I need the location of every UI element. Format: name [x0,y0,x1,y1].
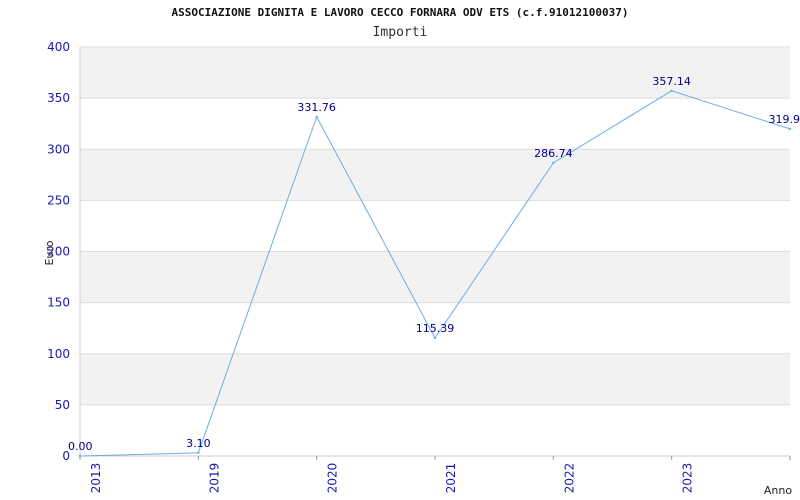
plot-band [80,47,790,99]
plot-band [80,251,790,303]
x-tick-label: 2022 [562,463,576,494]
data-label: 286.74 [534,147,573,160]
y-tick-label: 250 [47,193,70,207]
data-point [433,336,437,340]
x-tick-label: 2013 [89,463,103,494]
x-tick-label: 2020 [326,463,340,494]
y-tick-label: 300 [47,142,70,156]
plot-band [80,353,790,405]
data-point [197,451,200,455]
data-label: 319.9 [769,113,800,126]
data-point [788,127,792,131]
data-point [78,454,82,458]
data-label: 3.10 [186,437,211,450]
data-label: 115.39 [416,322,455,335]
chart-container: ASSOCIAZIONE DIGNITA E LAVORO CECCO FORN… [0,0,800,500]
data-point [552,161,555,165]
data-point [670,89,673,93]
data-label: 0.00 [68,440,93,453]
plot-area: 0501001502002503003504002013 2019 2020 2021… [43,40,800,497]
y-tick-label: 100 [47,347,70,361]
data-point [315,115,318,118]
y-tick-label: 400 [47,40,70,54]
x-tick-label: 2023 [681,463,695,494]
y-tick-label: 150 [47,296,70,310]
y-tick-label: 350 [47,91,70,105]
plot-band [80,149,790,201]
x-tick-label: 2021 [444,463,458,494]
data-label: 331.76 [297,101,336,114]
y-axis-title: Euro [43,240,56,265]
x-axis-title: Anno [764,484,792,497]
y-tick-label: 50 [55,398,70,412]
data-label: 357.14 [652,75,691,88]
x-tick-label: 2019 [207,463,221,494]
